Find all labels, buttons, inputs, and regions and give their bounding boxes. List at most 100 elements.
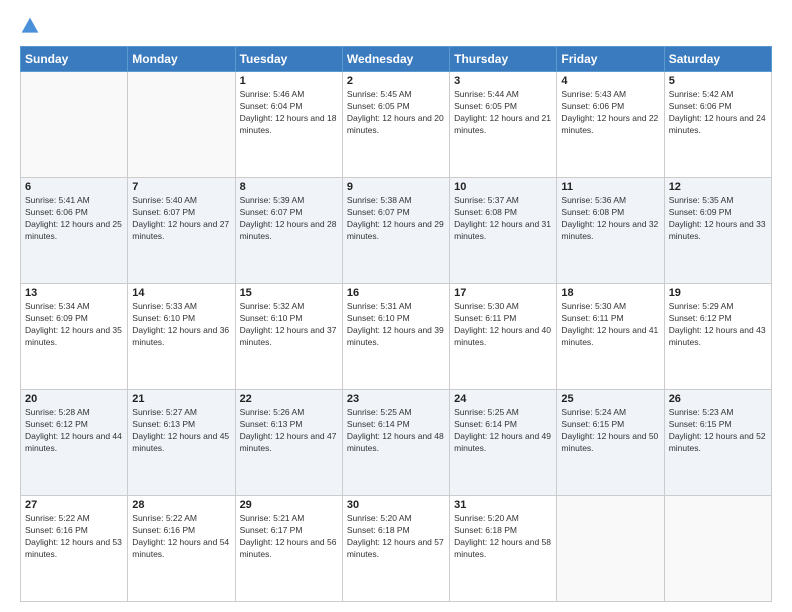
cell-info: Sunrise: 5:30 AMSunset: 6:11 PMDaylight:… <box>561 301 659 349</box>
weekday-header: Saturday <box>664 47 771 72</box>
cell-info: Sunrise: 5:43 AMSunset: 6:06 PMDaylight:… <box>561 89 659 137</box>
cell-day-number: 15 <box>240 287 338 299</box>
cell-day-number: 6 <box>25 181 123 193</box>
cell-info: Sunrise: 5:20 AMSunset: 6:18 PMDaylight:… <box>454 513 552 561</box>
calendar-cell: 23 Sunrise: 5:25 AMSunset: 6:14 PMDayligh… <box>342 390 449 496</box>
cell-day-number: 7 <box>132 181 230 193</box>
cell-day-number: 9 <box>347 181 445 193</box>
logo-area <box>20 16 42 36</box>
cell-info: Sunrise: 5:35 AMSunset: 6:09 PMDaylight:… <box>669 195 767 243</box>
weekday-header: Thursday <box>450 47 557 72</box>
cell-info: Sunrise: 5:23 AMSunset: 6:15 PMDaylight:… <box>669 407 767 455</box>
calendar-cell: 6 Sunrise: 5:41 AMSunset: 6:06 PMDaylight… <box>21 178 128 284</box>
cell-info: Sunrise: 5:22 AMSunset: 6:16 PMDaylight:… <box>132 513 230 561</box>
cell-info: Sunrise: 5:46 AMSunset: 6:04 PMDaylight:… <box>240 89 338 137</box>
calendar-cell: 30 Sunrise: 5:20 AMSunset: 6:18 PMDayligh… <box>342 496 449 602</box>
cell-day-number: 5 <box>669 75 767 87</box>
calendar-cell: 18 Sunrise: 5:30 AMSunset: 6:11 PMDayligh… <box>557 284 664 390</box>
calendar-cell: 7 Sunrise: 5:40 AMSunset: 6:07 PMDaylight… <box>128 178 235 284</box>
cell-info: Sunrise: 5:32 AMSunset: 6:10 PMDaylight:… <box>240 301 338 349</box>
calendar-table: SundayMondayTuesdayWednesdayThursdayFrid… <box>20 46 772 602</box>
cell-day-number: 29 <box>240 499 338 511</box>
cell-day-number: 22 <box>240 393 338 405</box>
page: SundayMondayTuesdayWednesdayThursdayFrid… <box>0 0 792 612</box>
cell-day-number: 4 <box>561 75 659 87</box>
calendar-cell: 4 Sunrise: 5:43 AMSunset: 6:06 PMDaylight… <box>557 72 664 178</box>
calendar-cell <box>21 72 128 178</box>
logo-icon <box>20 16 40 36</box>
header <box>20 16 772 36</box>
cell-info: Sunrise: 5:29 AMSunset: 6:12 PMDaylight:… <box>669 301 767 349</box>
calendar-cell: 1 Sunrise: 5:46 AMSunset: 6:04 PMDaylight… <box>235 72 342 178</box>
calendar-cell: 26 Sunrise: 5:23 AMSunset: 6:15 PMDayligh… <box>664 390 771 496</box>
calendar-cell: 16 Sunrise: 5:31 AMSunset: 6:10 PMDayligh… <box>342 284 449 390</box>
cell-info: Sunrise: 5:22 AMSunset: 6:16 PMDaylight:… <box>25 513 123 561</box>
cell-day-number: 30 <box>347 499 445 511</box>
calendar-cell: 9 Sunrise: 5:38 AMSunset: 6:07 PMDaylight… <box>342 178 449 284</box>
cell-day-number: 31 <box>454 499 552 511</box>
cell-day-number: 1 <box>240 75 338 87</box>
cell-info: Sunrise: 5:26 AMSunset: 6:13 PMDaylight:… <box>240 407 338 455</box>
cell-day-number: 14 <box>132 287 230 299</box>
calendar-cell: 27 Sunrise: 5:22 AMSunset: 6:16 PMDayligh… <box>21 496 128 602</box>
cell-info: Sunrise: 5:41 AMSunset: 6:06 PMDaylight:… <box>25 195 123 243</box>
calendar-cell: 28Sunrise: 5:22 AMSunset: 6:16 PMDayligh… <box>128 496 235 602</box>
cell-day-number: 2 <box>347 75 445 87</box>
cell-day-number: 20 <box>25 393 123 405</box>
cell-day-number: 16 <box>347 287 445 299</box>
cell-info: Sunrise: 5:36 AMSunset: 6:08 PMDaylight:… <box>561 195 659 243</box>
calendar-cell: 19 Sunrise: 5:29 AMSunset: 6:12 PMDayligh… <box>664 284 771 390</box>
calendar-cell: 12Sunrise: 5:35 AMSunset: 6:09 PMDayligh… <box>664 178 771 284</box>
weekday-header: Tuesday <box>235 47 342 72</box>
header-row: SundayMondayTuesdayWednesdayThursdayFrid… <box>21 47 772 72</box>
cell-info: Sunrise: 5:28 AMSunset: 6:12 PMDaylight:… <box>25 407 123 455</box>
cell-day-number: 13 <box>25 287 123 299</box>
weekday-header: Friday <box>557 47 664 72</box>
calendar-cell: 5 Sunrise: 5:42 AMSunset: 6:06 PMDaylight… <box>664 72 771 178</box>
calendar-week-row: 27 Sunrise: 5:22 AMSunset: 6:16 PMDayligh… <box>21 496 772 602</box>
calendar-cell: 3Sunrise: 5:44 AMSunset: 6:05 PMDaylight… <box>450 72 557 178</box>
cell-day-number: 21 <box>132 393 230 405</box>
calendar-cell: 13 Sunrise: 5:34 AMSunset: 6:09 PMDayligh… <box>21 284 128 390</box>
weekday-header: Monday <box>128 47 235 72</box>
cell-info: Sunrise: 5:38 AMSunset: 6:07 PMDaylight:… <box>347 195 445 243</box>
calendar-cell: 14 Sunrise: 5:33 AMSunset: 6:10 PMDayligh… <box>128 284 235 390</box>
weekday-header: Sunday <box>21 47 128 72</box>
calendar-cell <box>557 496 664 602</box>
calendar-cell: 15 Sunrise: 5:32 AMSunset: 6:10 PMDayligh… <box>235 284 342 390</box>
cell-day-number: 19 <box>669 287 767 299</box>
cell-day-number: 18 <box>561 287 659 299</box>
cell-info: Sunrise: 5:25 AMSunset: 6:14 PMDaylight:… <box>454 407 552 455</box>
calendar-week-row: 1 Sunrise: 5:46 AMSunset: 6:04 PMDaylight… <box>21 72 772 178</box>
weekday-header: Wednesday <box>342 47 449 72</box>
cell-info: Sunrise: 5:42 AMSunset: 6:06 PMDaylight:… <box>669 89 767 137</box>
cell-info: Sunrise: 5:31 AMSunset: 6:10 PMDaylight:… <box>347 301 445 349</box>
cell-info: Sunrise: 5:20 AMSunset: 6:18 PMDaylight:… <box>347 513 445 561</box>
cell-info: Sunrise: 5:25 AMSunset: 6:14 PMDaylight:… <box>347 407 445 455</box>
cell-info: Sunrise: 5:27 AMSunset: 6:13 PMDaylight:… <box>132 407 230 455</box>
cell-day-number: 17 <box>454 287 552 299</box>
calendar-week-row: 20 Sunrise: 5:28 AMSunset: 6:12 PMDayligh… <box>21 390 772 496</box>
cell-day-number: 23 <box>347 393 445 405</box>
cell-info: Sunrise: 5:30 AMSunset: 6:11 PMDaylight:… <box>454 301 552 349</box>
calendar-cell: 21 Sunrise: 5:27 AMSunset: 6:13 PMDayligh… <box>128 390 235 496</box>
calendar-cell <box>128 72 235 178</box>
cell-day-number: 3 <box>454 75 552 87</box>
cell-info: Sunrise: 5:34 AMSunset: 6:09 PMDaylight:… <box>25 301 123 349</box>
cell-info: Sunrise: 5:40 AMSunset: 6:07 PMDaylight:… <box>132 195 230 243</box>
cell-info: Sunrise: 5:33 AMSunset: 6:10 PMDaylight:… <box>132 301 230 349</box>
calendar-cell: 29Sunrise: 5:21 AMSunset: 6:17 PMDayligh… <box>235 496 342 602</box>
logo <box>20 16 42 36</box>
cell-day-number: 25 <box>561 393 659 405</box>
cell-day-number: 11 <box>561 181 659 193</box>
calendar-week-row: 13 Sunrise: 5:34 AMSunset: 6:09 PMDayligh… <box>21 284 772 390</box>
cell-day-number: 27 <box>25 499 123 511</box>
cell-info: Sunrise: 5:24 AMSunset: 6:15 PMDaylight:… <box>561 407 659 455</box>
calendar-cell: 17 Sunrise: 5:30 AMSunset: 6:11 PMDayligh… <box>450 284 557 390</box>
calendar-week-row: 6 Sunrise: 5:41 AMSunset: 6:06 PMDaylight… <box>21 178 772 284</box>
cell-day-number: 26 <box>669 393 767 405</box>
cell-info: Sunrise: 5:39 AMSunset: 6:07 PMDaylight:… <box>240 195 338 243</box>
calendar-cell: 25 Sunrise: 5:24 AMSunset: 6:15 PMDayligh… <box>557 390 664 496</box>
calendar-cell: 24Sunrise: 5:25 AMSunset: 6:14 PMDayligh… <box>450 390 557 496</box>
cell-info: Sunrise: 5:37 AMSunset: 6:08 PMDaylight:… <box>454 195 552 243</box>
